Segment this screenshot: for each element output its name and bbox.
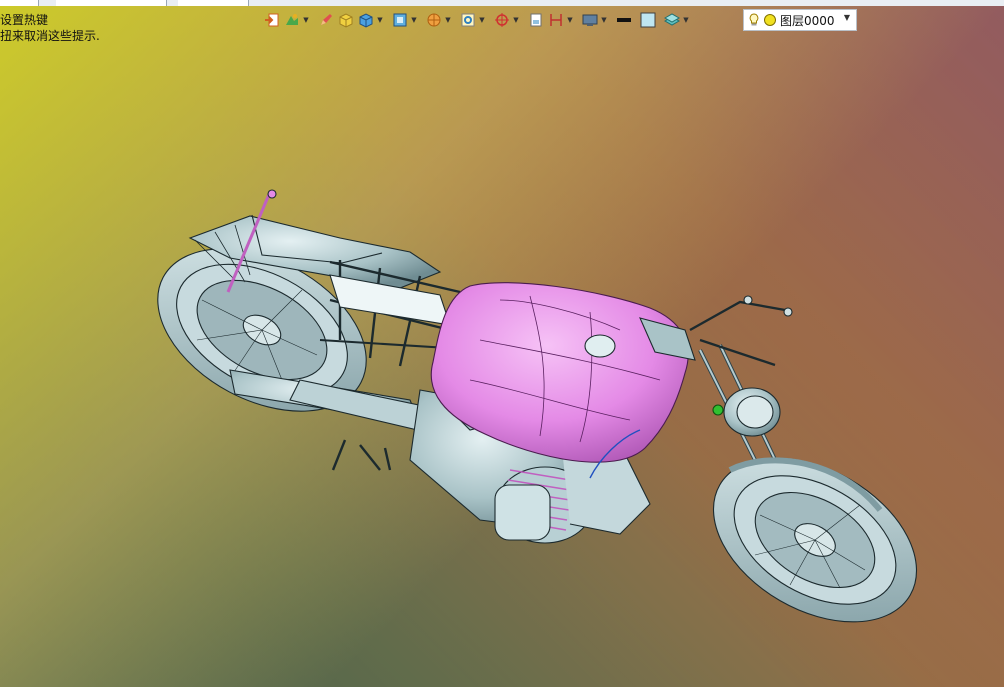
kickstand [331,439,392,471]
motorcycle-model[interactable] [0,0,1004,687]
3d-viewport[interactable]: 设置热键 扭来取消这些提示. ▼ ▼ ▼ ▼ ▼ ▼ ▼ ▼ ▼ 图层0000 … [0,0,1004,687]
front-wheel [712,457,918,623]
